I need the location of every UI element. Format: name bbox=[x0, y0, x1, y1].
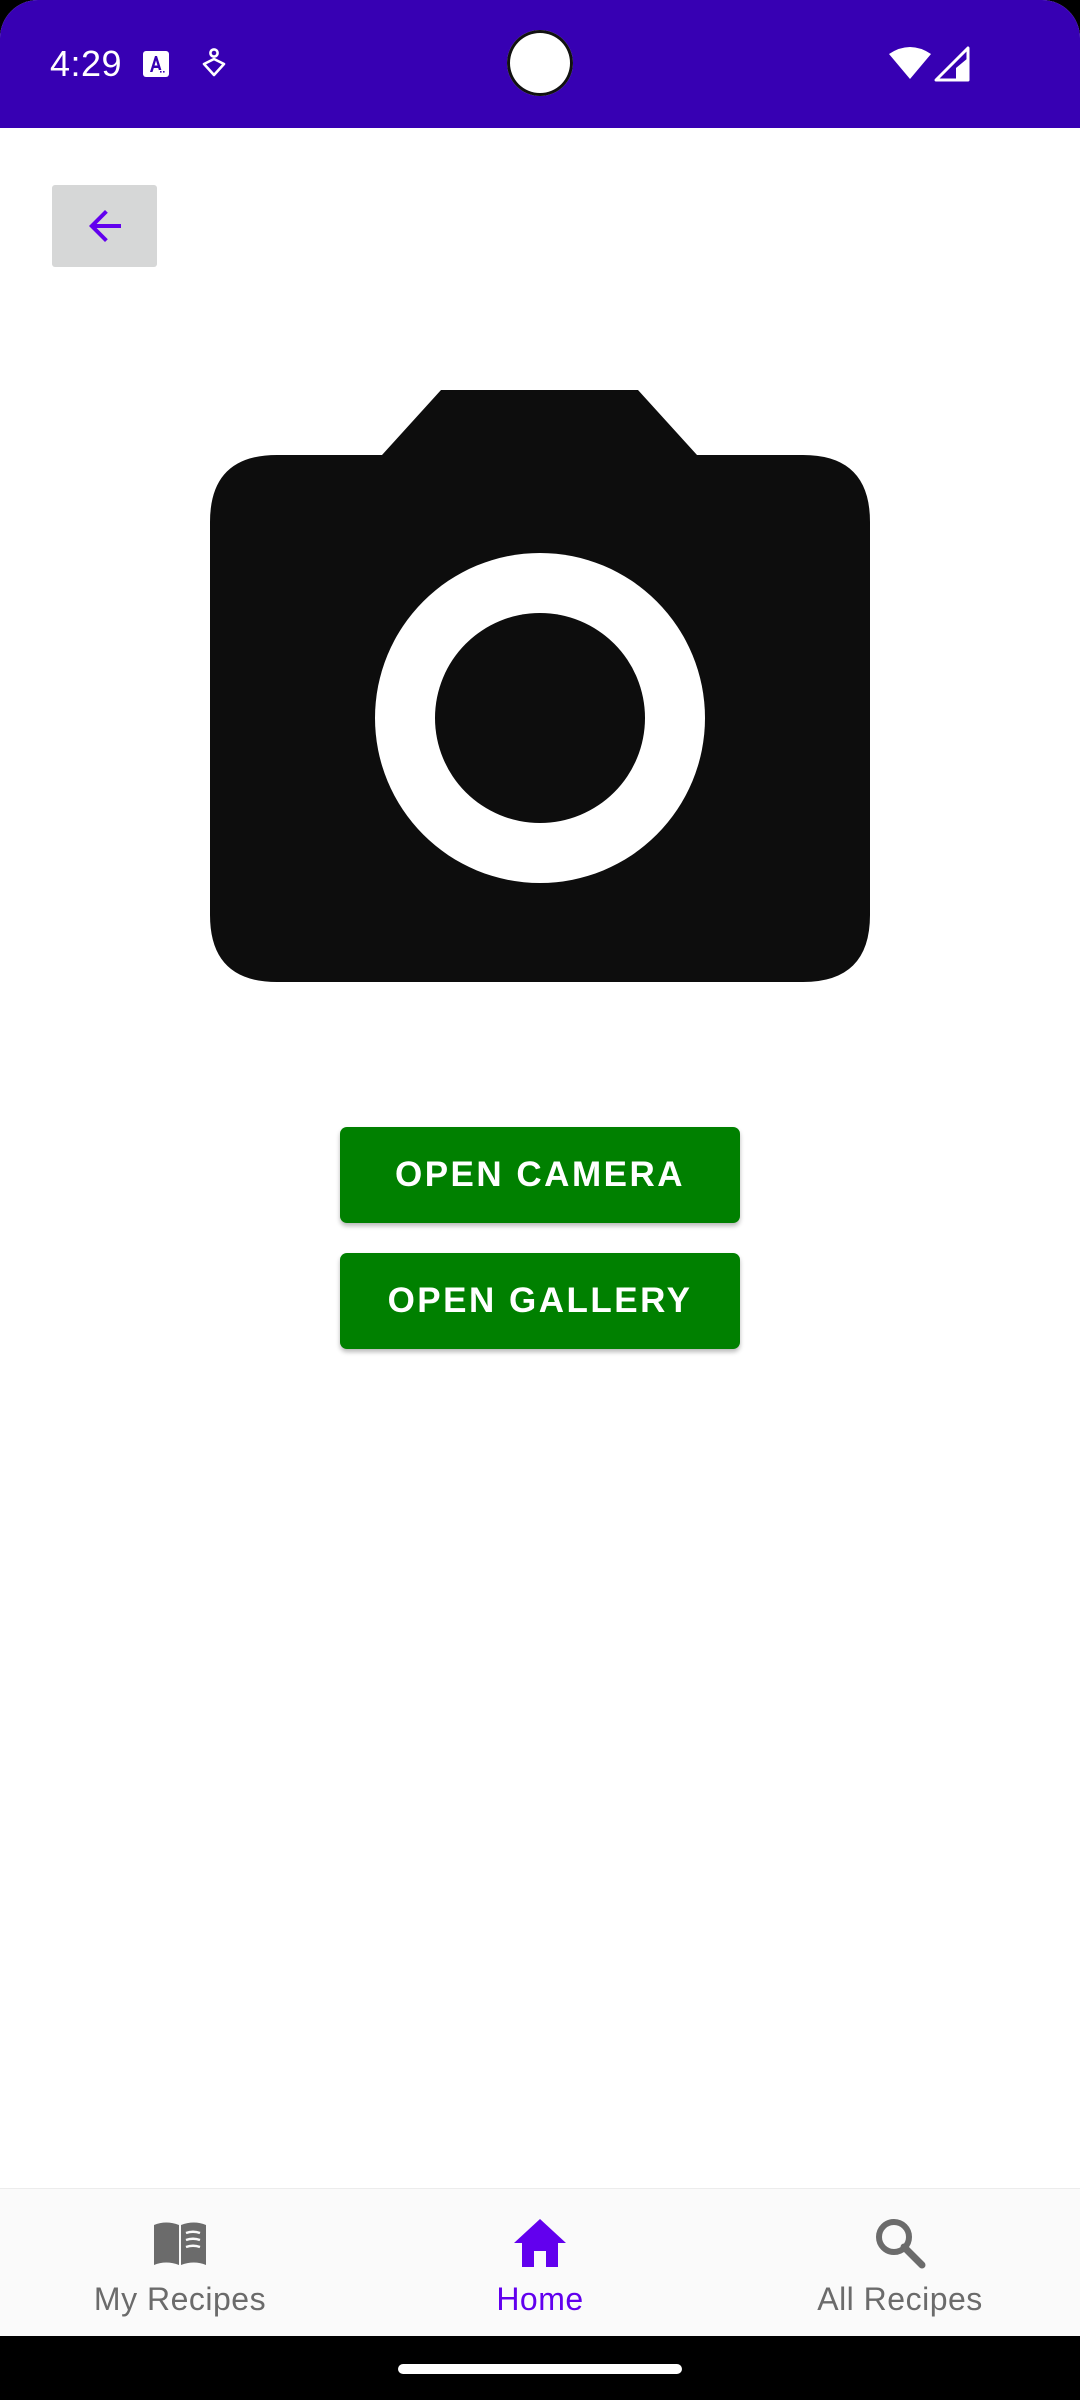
back-button[interactable] bbox=[52, 185, 157, 267]
app-screen: 4:29 OPEN CAMERA OPEN GALLERY My Recipes… bbox=[0, 0, 1080, 2400]
camera-icon bbox=[210, 390, 870, 982]
nav-label-my-recipes: My Recipes bbox=[93, 2281, 267, 2317]
status-bar: 4:29 bbox=[0, 0, 1080, 128]
nav-item-all-recipes[interactable]: All Recipes bbox=[720, 2189, 1080, 2337]
nav-label-all-recipes: All Recipes bbox=[817, 2281, 983, 2317]
home-gesture-handle[interactable] bbox=[398, 2364, 682, 2374]
status-time: 4:29 bbox=[50, 43, 123, 84]
bottom-navigation: My Recipes Home All Recipes bbox=[0, 2188, 1080, 2337]
book-icon bbox=[154, 2222, 206, 2265]
arrow-back-icon bbox=[88, 210, 121, 242]
gesture-navigation-bar bbox=[0, 2336, 1080, 2400]
accessibility-notification-icon bbox=[202, 48, 226, 77]
nav-item-home[interactable]: Home bbox=[360, 2189, 720, 2337]
wifi-icon bbox=[889, 47, 931, 79]
home-icon bbox=[514, 2219, 566, 2267]
open-gallery-button[interactable]: OPEN GALLERY bbox=[340, 1253, 740, 1349]
open-camera-button[interactable]: OPEN CAMERA bbox=[340, 1127, 740, 1223]
nav-item-my-recipes[interactable]: My Recipes bbox=[0, 2189, 360, 2337]
front-camera-cutout bbox=[507, 30, 573, 96]
nav-label-home: Home bbox=[496, 2281, 584, 2317]
search-icon bbox=[876, 2219, 926, 2269]
cell-signal-icon bbox=[934, 46, 970, 82]
translate-notification-icon bbox=[143, 51, 169, 77]
